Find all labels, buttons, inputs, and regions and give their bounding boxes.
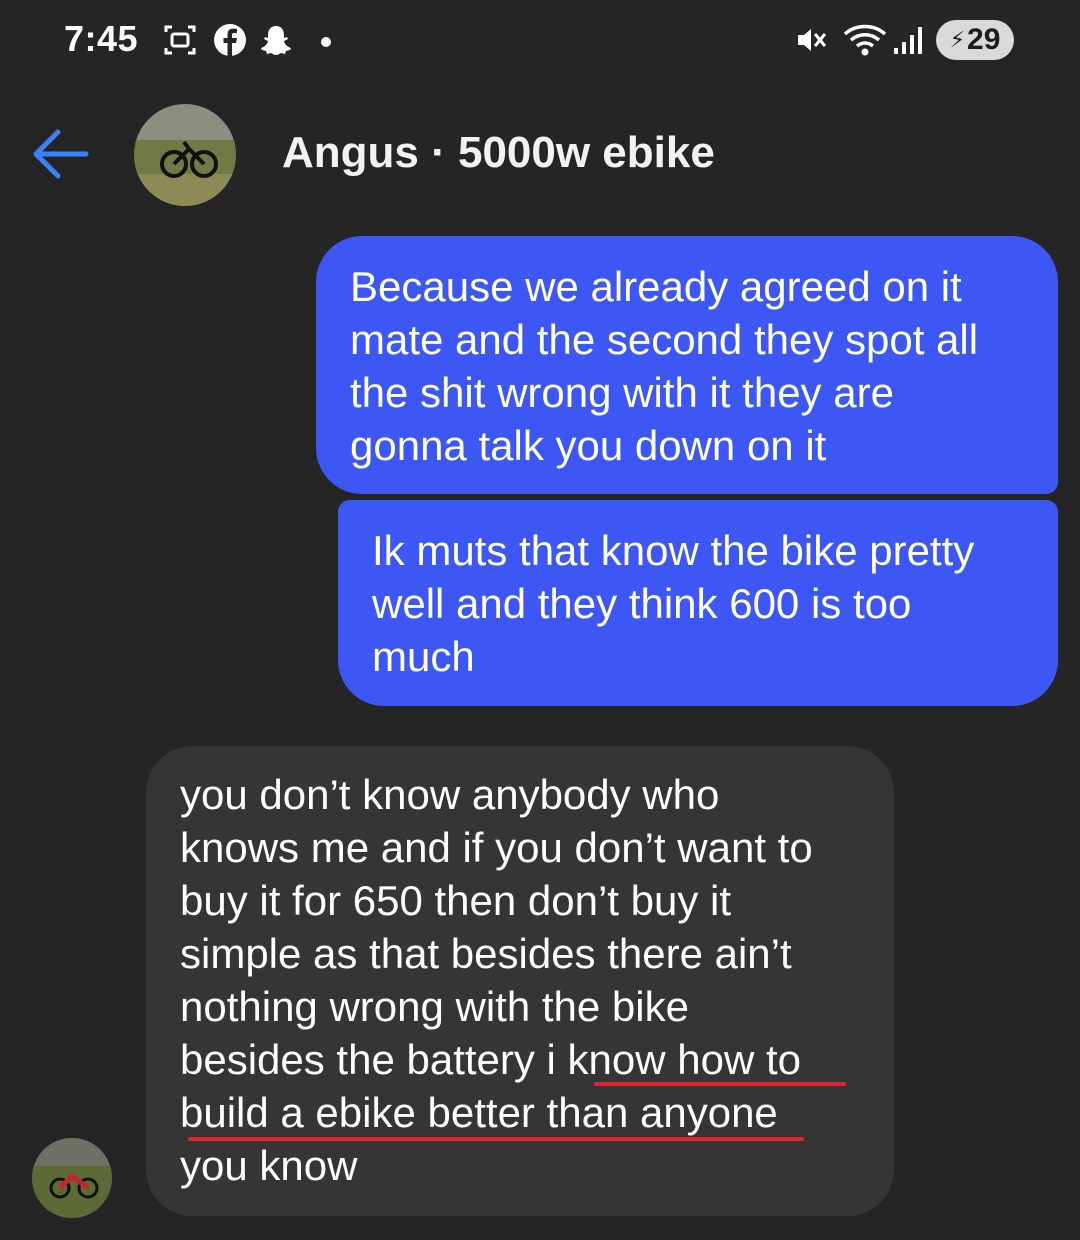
- facebook-icon: [214, 24, 246, 56]
- battery-indicator: ⚡ 29: [936, 20, 1014, 60]
- contact-avatar[interactable]: [134, 104, 236, 206]
- back-arrow-icon[interactable]: [28, 124, 94, 184]
- snapchat-icon: [261, 26, 291, 55]
- battery-level: 29: [967, 23, 1001, 56]
- red-underline-mark: [594, 1082, 846, 1086]
- avatar-photo: [32, 1138, 112, 1218]
- red-underline-mark: [188, 1137, 804, 1141]
- dot-icon: [321, 37, 331, 47]
- status-time: 7:45: [64, 18, 139, 59]
- wifi-icon: [843, 24, 887, 56]
- incoming-message[interactable]: you don’t know anybody who knows me and …: [146, 746, 894, 1216]
- status-bar: 7:45 ⚡ 29: [0, 0, 1080, 80]
- battery-charging-icon: ⚡: [949, 27, 966, 52]
- screenshot-icon: [164, 25, 196, 55]
- outgoing-message[interactable]: Ik muts that know the bike pretty well a…: [338, 500, 1058, 706]
- mute-icon: [798, 29, 827, 51]
- signal-icon: [894, 27, 922, 54]
- avatar-photo: [134, 104, 236, 206]
- sender-avatar[interactable]: [32, 1138, 112, 1218]
- outgoing-message[interactable]: Because we already agreed on it mate and…: [316, 236, 1058, 494]
- chat-title[interactable]: Angus · 5000w ebike: [282, 128, 715, 178]
